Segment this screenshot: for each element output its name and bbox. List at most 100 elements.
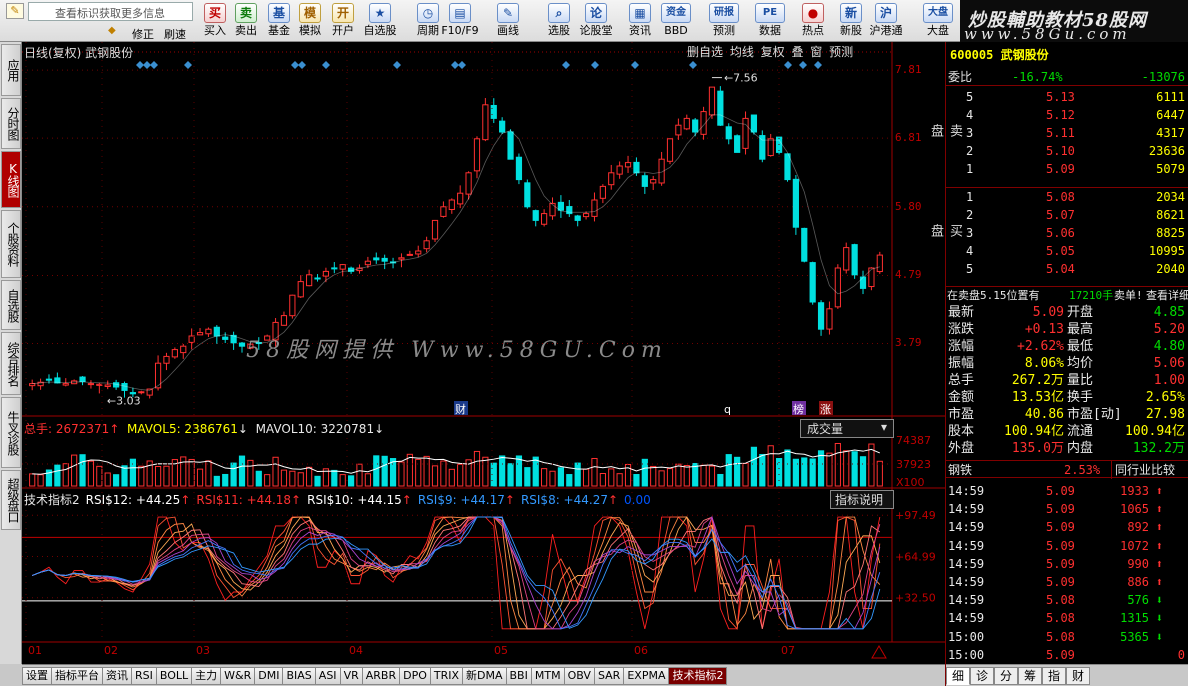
settings-corner[interactable] <box>0 664 22 686</box>
tab-indicator[interactable]: TRIX <box>429 667 464 685</box>
research-button[interactable]: 研报 预测 <box>702 0 746 42</box>
info-diamond-icon[interactable] <box>184 61 192 69</box>
arrow-up-icon: ⬆ <box>1155 556 1163 571</box>
sell-button[interactable]: 卖卖出 <box>231 0 261 42</box>
tab-indicator[interactable]: MTM <box>530 667 565 685</box>
tab-indicator[interactable]: BBI <box>505 667 532 685</box>
quote-tab[interactable]: 财 <box>1066 667 1090 685</box>
watchlist-button[interactable]: ★ 自选股 <box>358 0 402 42</box>
data-button[interactable]: PE 数据 <box>748 0 792 42</box>
rail-kline[interactable]: K线图 <box>1 151 21 208</box>
quote-tab[interactable]: 指 <box>1042 667 1066 685</box>
quote-tab[interactable]: 诊 <box>970 667 994 685</box>
info-diamond-icon[interactable] <box>136 61 144 69</box>
ask-row[interactable]: 1 5.09 5079 <box>946 160 1188 178</box>
rail-rank[interactable]: 综合排名 <box>1 332 21 395</box>
tab-indicator[interactable]: ARBR <box>361 667 401 685</box>
info-diamond-icon[interactable] <box>458 61 466 69</box>
kline-chart-panel[interactable]: ←7.56 ←3.03 财 q 榜 涨 74387 37923 X100 +97.49 +64.99… <box>22 42 945 664</box>
forum-button[interactable]: 论论股堂 <box>574 0 618 42</box>
bid-row[interactable]: 5 5.04 2040 <box>946 260 1188 278</box>
quote-tab[interactable]: 筹 <box>1018 667 1042 685</box>
tab-indicator[interactable]: 设置 <box>22 667 52 685</box>
candle-body <box>280 315 288 326</box>
tab-indicator[interactable]: 指标平台 <box>51 667 103 685</box>
fix-button[interactable]: 修正 <box>132 26 154 42</box>
lightbulb-icon[interactable]: ✎ <box>6 3 24 19</box>
tab-indicator[interactable]: 主力 <box>191 667 222 685</box>
rail-niucha[interactable]: 牛叉诊股 <box>1 397 21 468</box>
search-input[interactable]: 查看标识获取更多信息 <box>28 2 193 21</box>
fund-button[interactable]: 基基金 <box>264 0 294 42</box>
rail-timeshare[interactable]: 分时图 <box>1 98 21 149</box>
bid-row[interactable]: 2 5.07 8621 <box>946 206 1188 224</box>
ask-price: 5.11 <box>1046 126 1075 140</box>
chart-top-buttons[interactable]: 删自选 均线 复权 叠 窗 预测 <box>687 43 853 60</box>
volume-indicator-select[interactable]: 成交量 ▾ <box>800 419 894 438</box>
hk-connect-button[interactable]: 沪沪港通 <box>864 0 908 42</box>
speed-button[interactable]: 刷速 <box>164 26 186 42</box>
ask-row[interactable]: 2 5.10 23636 <box>946 142 1188 160</box>
market-button[interactable]: 大盘 大盘 <box>916 0 960 42</box>
rail-app[interactable]: 应用 <box>1 44 21 96</box>
indicator-help-button[interactable]: 指标说明 <box>830 490 894 509</box>
rail-profile[interactable]: 个股资料 <box>1 210 21 278</box>
rail-superlevel[interactable]: 超级盘口 <box>1 470 21 530</box>
tab-indicator[interactable]: 资讯 <box>102 667 132 685</box>
bid-row[interactable]: 3 5.06 8825 <box>946 224 1188 242</box>
tab-indicator[interactable]: 技术指标2 <box>668 667 728 685</box>
draw-line-button[interactable]: ✎ 画线 <box>486 0 530 42</box>
sector-row[interactable]: 钢铁 2.53% 同行业比较 <box>946 460 1188 479</box>
tab-indicator[interactable]: DPO <box>399 667 431 685</box>
ask-row[interactable]: 3 5.11 4317 <box>946 124 1188 142</box>
info-diamond-icon[interactable] <box>591 61 599 69</box>
info-diamond-icon[interactable] <box>150 61 158 69</box>
info-diamond-icon[interactable] <box>322 61 330 69</box>
info-diamond-icon[interactable] <box>393 61 401 69</box>
tab-indicator[interactable]: 新DMA <box>462 667 507 685</box>
tick-row: 14:59 5.09 990 ⬆ <box>946 555 1188 573</box>
ask-row[interactable]: 5 5.13 6111 <box>946 88 1188 106</box>
info-diamond-icon[interactable] <box>814 61 822 69</box>
info-diamond-icon[interactable] <box>291 61 299 69</box>
sector-compare-button[interactable]: 同行业比较 <box>1111 461 1175 479</box>
bid-row[interactable]: 1 5.08 2034 <box>946 188 1188 206</box>
tab-indicator[interactable]: EXPMA <box>623 667 670 685</box>
ask-row[interactable]: 4 5.12 6447 <box>946 106 1188 124</box>
tab-indicator[interactable]: BOLL <box>155 667 193 685</box>
notice-qty: 17210手 <box>1069 289 1114 302</box>
tab-indicator[interactable]: BIAS <box>282 667 316 685</box>
info-diamond-icon[interactable] <box>451 61 459 69</box>
bid-row[interactable]: 4 5.05 10995 <box>946 242 1188 260</box>
tab-indicator[interactable]: OBV <box>563 667 595 685</box>
tab-indicator[interactable]: DMI <box>254 667 284 685</box>
tab-indicator[interactable]: SAR <box>593 667 625 685</box>
volume-bar <box>582 468 590 487</box>
info-diamond-icon[interactable] <box>562 61 570 69</box>
funds-bbd-button[interactable]: 资金 BBD <box>654 0 698 42</box>
triangle-icon[interactable] <box>871 645 887 659</box>
buy-button[interactable]: 买买入 <box>200 0 230 42</box>
stat-row: 振幅 8.06% 均价 5.06 <box>946 355 1188 372</box>
tab-indicator[interactable]: RSI <box>131 667 157 685</box>
arrow-up-icon: ↑ <box>180 493 191 507</box>
info-diamond-icon[interactable] <box>143 61 151 69</box>
simulate-button[interactable]: 模模拟 <box>295 0 325 42</box>
info-diamond-icon[interactable] <box>298 61 306 69</box>
info-diamond-icon[interactable] <box>799 61 807 69</box>
open-account-button[interactable]: 开开户 <box>328 0 358 42</box>
tab-indicator[interactable]: ASI <box>314 667 341 685</box>
bid-price: 5.07 <box>1046 208 1075 222</box>
rail-selfpick[interactable]: 自选股 <box>1 280 21 330</box>
info-diamond-icon[interactable] <box>784 61 792 69</box>
quote-tab[interactable]: 细 <box>946 667 970 685</box>
info-diamond-icon[interactable] <box>689 61 697 69</box>
info-diamond-icon[interactable] <box>631 61 639 69</box>
quote-tab[interactable]: 分 <box>994 667 1018 685</box>
stat-label: 换手 <box>1067 390 1094 405</box>
f10-button[interactable]: ▤ F10/F9 <box>438 0 482 42</box>
tab-indicator[interactable]: VR <box>339 667 363 685</box>
tab-indicator[interactable]: W&R <box>220 667 256 685</box>
notice-detail-link[interactable]: 查看详细 <box>1146 287 1188 305</box>
order-notice[interactable]: 在卖盘5.15位置有 17210手 卖单! 查看详细 <box>946 286 1188 304</box>
